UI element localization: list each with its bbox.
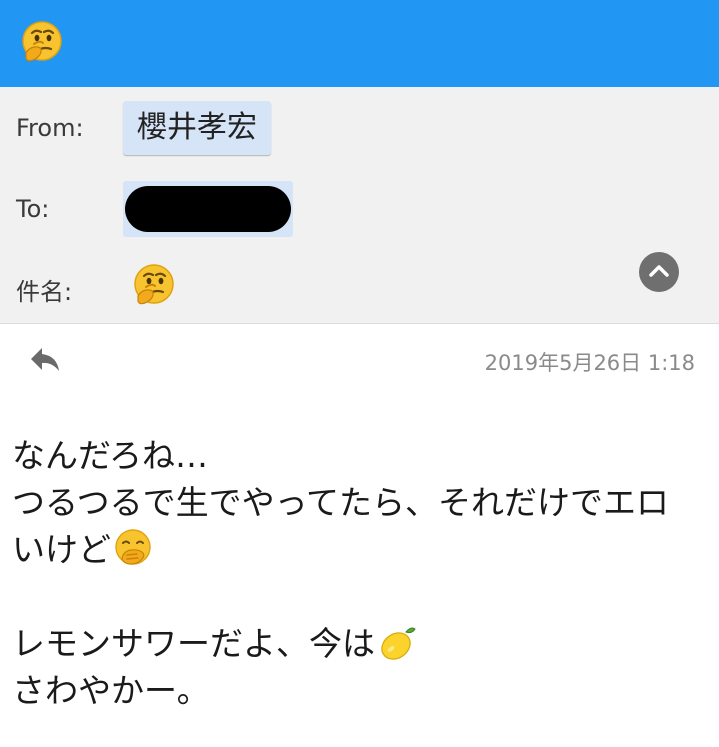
collapse-header-button[interactable] (639, 252, 679, 292)
chevron-up-icon (649, 265, 669, 277)
body-line-text: いけど (12, 530, 111, 569)
message-body: なんだろね… つるつるで生でやってたら、それだけでエロ いけど レモンサワーだよ… (12, 432, 712, 714)
thinking-face-icon (132, 263, 176, 307)
to-label: To: (16, 195, 50, 223)
hand-over-mouth-icon (113, 528, 153, 568)
body-blank-line (12, 573, 712, 620)
reply-arrow-icon (31, 348, 59, 371)
lemon-icon (377, 622, 417, 662)
body-line: さわやかー。 (12, 671, 210, 710)
body-line: なんだろね… (12, 436, 209, 475)
app-bar (0, 0, 719, 87)
body-line-with-emoji: レモンサワーだよ、今は (12, 620, 712, 667)
message-date: 2019年5月26日 1:18 (484, 351, 695, 375)
sender-chip[interactable]: 櫻井孝宏 (123, 101, 271, 155)
recipient-chip[interactable] (123, 181, 293, 237)
from-label: From: (16, 114, 84, 142)
subject-label: 件名: (16, 278, 73, 306)
mail-view: From: 櫻井孝宏 To: 件名: 2019年5月26日 1:18 なんだろね… (0, 0, 719, 747)
reply-button[interactable] (26, 342, 66, 378)
body-line-text: レモンサワーだよ、今は (12, 624, 375, 663)
body-line: つるつるで生でやってたら、それだけでエロ (12, 483, 670, 522)
mail-header: From: 櫻井孝宏 To: 件名: (0, 87, 719, 324)
body-line-with-emoji: いけど (12, 526, 712, 573)
redaction-mark (125, 186, 291, 232)
thinking-face-icon (20, 20, 64, 64)
